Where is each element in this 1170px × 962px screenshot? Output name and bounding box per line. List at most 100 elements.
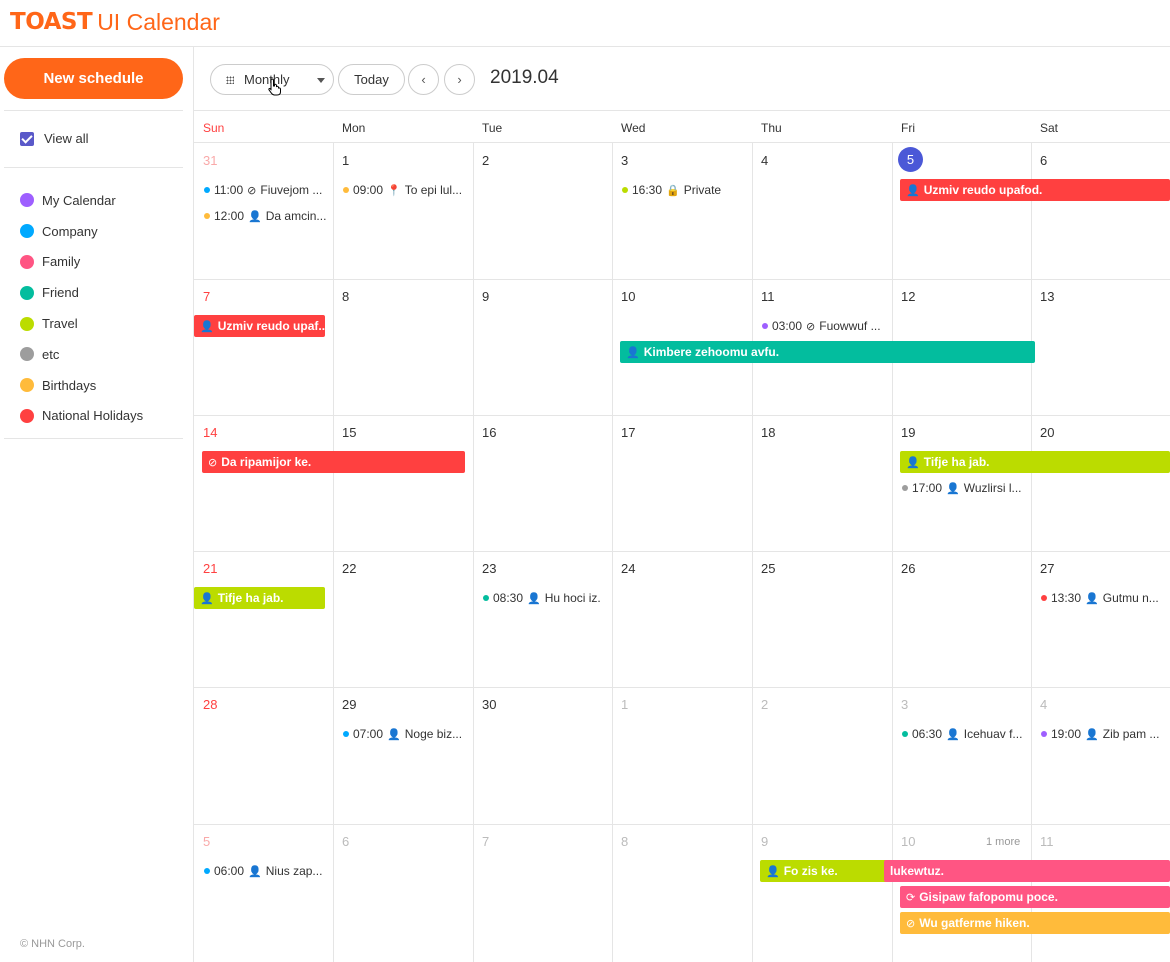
grid-icon (226, 75, 234, 84)
date-number[interactable]: 19 (901, 425, 915, 440)
schedule-item[interactable]: 19:00 👤 Zib pam ... (1041, 725, 1166, 743)
date-number[interactable]: 11 (1040, 834, 1054, 849)
calendar-color-dot[interactable] (20, 254, 34, 269)
schedule-type-icon: 👤 (200, 592, 214, 605)
today-date[interactable]: 5 (898, 147, 923, 172)
date-number[interactable]: 27 (1040, 561, 1054, 576)
date-number[interactable]: 29 (342, 697, 356, 712)
date-number[interactable]: 2 (761, 697, 768, 712)
calendar-dot (204, 187, 210, 193)
date-number[interactable]: 12 (901, 289, 915, 304)
date-number[interactable]: 8 (342, 289, 349, 304)
date-number[interactable]: 24 (621, 561, 635, 576)
schedule-bar[interactable]: ⟳ Gisipaw fafopomu poce. (900, 886, 1170, 908)
date-number[interactable]: 22 (342, 561, 356, 576)
date-number[interactable]: 6 (342, 834, 349, 849)
date-number[interactable]: 18 (761, 425, 775, 440)
view-all-checkbox[interactable] (20, 131, 34, 146)
schedule-bar[interactable]: 👤 Kimbere zehoomu avfu. (620, 341, 1035, 363)
schedule-item[interactable]: 06:00 👤 Nius zap... (204, 862, 329, 880)
schedule-bar[interactable]: 👤 Uzmiv reudo upaf... (194, 315, 325, 337)
date-number[interactable]: 3 (901, 697, 908, 712)
date-number[interactable]: 9 (761, 834, 768, 849)
week-divider (194, 824, 1170, 825)
today-button[interactable]: Today (338, 64, 405, 95)
schedule-item[interactable]: 12:00 👤 Da amcin... (204, 207, 329, 225)
calendar-dot (762, 323, 768, 329)
date-number[interactable]: 23 (482, 561, 496, 576)
calendar-color-dot[interactable] (20, 347, 34, 362)
date-number[interactable]: 4 (761, 153, 768, 168)
calendar-dot (204, 868, 210, 874)
date-number[interactable]: 10 (901, 834, 915, 849)
date-number[interactable]: 8 (621, 834, 628, 849)
calendar-color-dot[interactable] (20, 285, 34, 300)
schedule-bar[interactable]: lukewtuz. (884, 860, 1170, 882)
schedule-item[interactable]: 17:00 👤 Wuzlirsi l... (902, 479, 1027, 497)
date-number[interactable]: 1 (621, 697, 628, 712)
schedule-bar[interactable]: 👤 Tifje ha jab. (900, 451, 1170, 473)
calendar-color-dot[interactable] (20, 378, 34, 393)
date-number[interactable]: 2 (482, 153, 489, 168)
date-number[interactable]: 11 (761, 289, 775, 304)
date-number[interactable]: 17 (621, 425, 635, 440)
schedule-item[interactable]: 06:30 👤 Icehuav f... (902, 725, 1027, 743)
date-number[interactable]: 4 (1040, 697, 1047, 712)
calendar-item-travel[interactable]: Travel (20, 308, 143, 339)
schedule-bar[interactable]: ⊘ Wu gatferme hiken. (900, 912, 1170, 934)
schedule-bar[interactable]: 👤 Tifje ha jab. (194, 587, 325, 609)
calendar-color-dot[interactable] (20, 224, 34, 239)
schedule-item[interactable]: 03:00 ⊘ Fuowwuf ... (762, 317, 888, 335)
calendar-item-etc[interactable]: etc (20, 339, 143, 370)
date-number[interactable]: 20 (1040, 425, 1054, 440)
date-number[interactable]: 16 (482, 425, 496, 440)
calendar-color-dot[interactable] (20, 193, 34, 208)
calendar-item-my-calendar[interactable]: My Calendar (20, 185, 143, 216)
schedule-item[interactable]: 08:30 👤 Hu hoci iz. (483, 589, 608, 607)
date-number[interactable]: 13 (1040, 289, 1054, 304)
date-number[interactable]: 31 (203, 153, 217, 168)
schedule-item[interactable]: 11:00 ⊘ Fiuvejom ... (204, 181, 329, 199)
next-button[interactable]: › (444, 64, 475, 95)
calendar-item-family[interactable]: Family (20, 247, 143, 278)
schedule-bar[interactable]: 👤 Fo zis ke. (760, 860, 900, 882)
dayname-3: Wed (612, 111, 752, 143)
schedule-title: Fuowwuf ... (819, 319, 881, 333)
calendar-color-dot[interactable] (20, 316, 34, 331)
schedule-bar[interactable]: ⊘ Da ripamijor ke. (202, 451, 465, 473)
date-number[interactable]: 7 (482, 834, 489, 849)
date-number[interactable]: 15 (342, 425, 356, 440)
schedule-item[interactable]: 07:00 👤 Noge biz... (343, 725, 469, 743)
date-number[interactable]: 30 (482, 697, 496, 712)
date-number[interactable]: 26 (901, 561, 915, 576)
more-link[interactable]: 1 more (986, 836, 1020, 848)
schedule-title: Uzmiv reudo upaf... (217, 319, 325, 333)
date-number[interactable]: 25 (761, 561, 775, 576)
schedule-item[interactable]: 16:30 🔒 Private (622, 181, 748, 199)
schedule-bar[interactable]: 👤 Uzmiv reudo upafod. (900, 179, 1170, 201)
calendar-color-dot[interactable] (20, 408, 34, 423)
prev-button[interactable]: ‹ (408, 64, 439, 95)
date-number[interactable]: 5 (203, 834, 210, 849)
schedule-item[interactable]: 09:00 📍 To epi lul... (343, 181, 469, 199)
date-number[interactable]: 14 (203, 425, 217, 440)
calendar-item-company[interactable]: Company (20, 216, 143, 247)
calendar-dot (343, 187, 349, 193)
calendar-item-national-holidays[interactable]: National Holidays (20, 401, 143, 432)
date-number[interactable]: 3 (621, 153, 628, 168)
date-number[interactable]: 21 (203, 561, 217, 576)
date-number[interactable]: 6 (1040, 153, 1047, 168)
view-all-toggle[interactable]: View all (20, 131, 89, 146)
calendar-item-friend[interactable]: Friend (20, 277, 143, 308)
date-number[interactable]: 9 (482, 289, 489, 304)
date-number[interactable]: 1 (342, 153, 349, 168)
schedule-item[interactable]: 13:30 👤 Gutmu n... (1041, 589, 1166, 607)
schedule-type-icon: ⊘ (247, 184, 257, 197)
date-number[interactable]: 10 (621, 289, 635, 304)
date-number[interactable]: 7 (203, 289, 210, 304)
week-divider (194, 551, 1170, 552)
new-schedule-button[interactable]: New schedule (4, 58, 183, 99)
calendar-item-birthdays[interactable]: Birthdays (20, 370, 143, 401)
date-number[interactable]: 28 (203, 697, 217, 712)
sidebar: New schedule View all My Calendar Compan… (0, 47, 194, 962)
